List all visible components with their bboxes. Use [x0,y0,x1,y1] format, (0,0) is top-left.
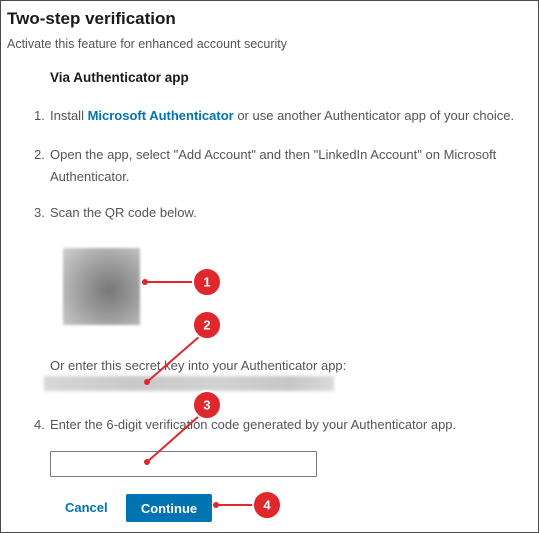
cancel-button[interactable]: Cancel [65,500,108,515]
step-text: Scan the QR code below. [50,205,197,220]
page-subtitle: Activate this feature for enhanced accou… [7,37,288,51]
secret-key-label: Or enter this secret key into your Authe… [50,358,347,373]
step-text: Authenticator. [50,169,130,184]
verification-code-input[interactable] [50,451,317,477]
step-number: 2. [34,147,45,162]
step-1: 1. Install Microsoft Authenticator or use… [34,105,514,127]
page-title: Two-step verification [7,9,176,28]
step-number: 4. [34,417,45,432]
step-3: 3. Scan the QR code below. [34,202,197,224]
step-number: 3. [34,205,45,220]
step-number: 1. [34,108,45,123]
secret-key-value [44,376,334,391]
qr-code-image [63,248,140,325]
step-text: Enter the 6-digit verification code gene… [50,417,457,432]
step-4: 4. Enter the 6-digit verification code ge… [34,414,456,436]
step-text: or use another Authenticator app of your… [233,108,515,123]
step-2: 2. Open the app, select "Add Account" and… [34,144,496,188]
step-text: Open the app, select "Add Account" and t… [50,147,497,162]
section-title: Via Authenticator app [50,70,189,85]
microsoft-authenticator-link[interactable]: Microsoft Authenticator [88,108,234,123]
step-text: Install [50,108,88,123]
continue-button[interactable]: Continue [126,494,212,522]
